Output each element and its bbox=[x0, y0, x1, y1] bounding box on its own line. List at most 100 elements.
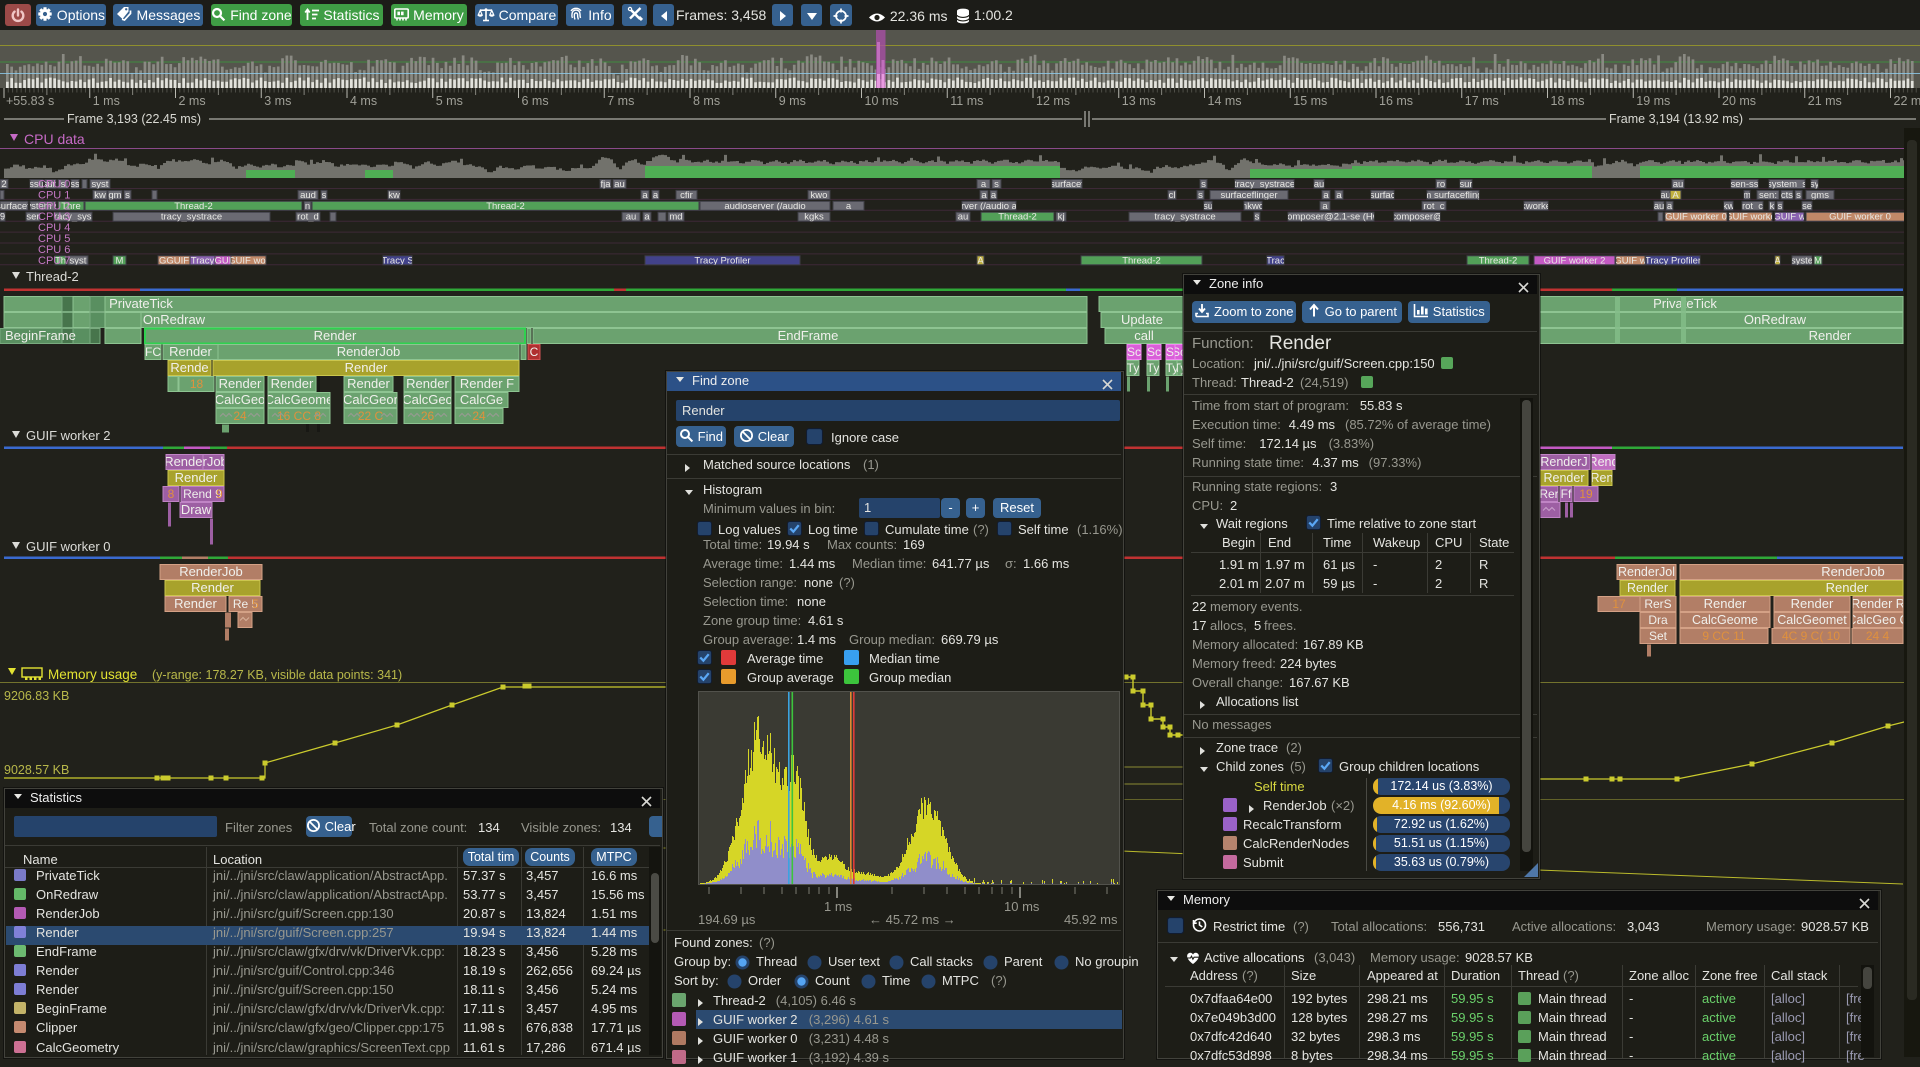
svg-text:7 ms: 7 ms bbox=[607, 94, 634, 108]
svg-text:nkwo: nkwo bbox=[1242, 201, 1264, 212]
svg-text:17 ms: 17 ms bbox=[1465, 94, 1499, 108]
svg-text:composer@2.1-se (Hw: composer@2.1-se (Hw bbox=[1282, 212, 1379, 223]
svg-text:17: 17 bbox=[1612, 597, 1626, 611]
svg-text:Rende: Rende bbox=[170, 360, 208, 375]
svg-text:24: 24 bbox=[233, 409, 247, 423]
svg-text:22 ms: 22 ms bbox=[1894, 94, 1920, 108]
svg-text:surfac: surfac bbox=[1370, 190, 1396, 201]
svg-text:CPU data: CPU data bbox=[24, 131, 85, 147]
svg-text:CalcGe: CalcGe bbox=[460, 392, 503, 407]
svg-text:24 4: 24 4 bbox=[1866, 629, 1890, 643]
svg-text:kgks: kgks bbox=[804, 212, 824, 223]
svg-text:8: 8 bbox=[168, 487, 175, 501]
svg-text:GUIF worker 2: GUIF worker 2 bbox=[1544, 255, 1606, 266]
svg-text:Ty: Ty bbox=[1147, 361, 1160, 375]
svg-text:a: a bbox=[642, 190, 648, 201]
svg-text:gms: gms bbox=[1811, 190, 1829, 201]
svg-text:kworke: kworke bbox=[1521, 201, 1551, 212]
svg-text:1 ms: 1 ms bbox=[93, 94, 120, 108]
svg-text:se: se bbox=[1802, 201, 1812, 212]
svg-text:Thread-2: Thread-2 bbox=[486, 201, 525, 212]
svg-text:4C 9 C( 10: 4C 9 C( 10 bbox=[1782, 629, 1840, 643]
svg-text:5: 5 bbox=[252, 597, 259, 611]
svg-text:11 ms: 11 ms bbox=[950, 94, 983, 108]
svg-text:Render F: Render F bbox=[460, 376, 514, 391]
svg-text:13 ms: 13 ms bbox=[1122, 94, 1156, 108]
svg-text:ro: ro bbox=[1437, 179, 1445, 190]
svg-text:s: s bbox=[125, 190, 130, 201]
svg-text:Render: Render bbox=[174, 596, 217, 611]
svg-text:au: au bbox=[1654, 201, 1665, 212]
svg-text:Ty: Ty bbox=[1166, 361, 1179, 375]
svg-text:CalcGeo: CalcGeo bbox=[215, 392, 266, 407]
svg-text:surfacef: surfacef bbox=[1050, 179, 1084, 190]
svg-text:cts: cts bbox=[1781, 190, 1793, 201]
svg-text:Tracy: Tracy bbox=[191, 255, 215, 266]
svg-text:Thread-2: Thread-2 bbox=[1479, 255, 1518, 266]
svg-text:s: s bbox=[322, 190, 327, 201]
svg-text:BeginFrame: BeginFrame bbox=[5, 328, 76, 343]
svg-text:FC: FC bbox=[145, 345, 161, 359]
svg-text:Render: Render bbox=[175, 470, 218, 485]
svg-text:CPU 7: CPU 7 bbox=[38, 255, 70, 267]
svg-text:8 ms: 8 ms bbox=[693, 94, 720, 108]
svg-text:Render: Render bbox=[1704, 596, 1747, 611]
svg-text:RerS: RerS bbox=[1644, 597, 1671, 611]
svg-text:s: s bbox=[1201, 179, 1206, 190]
svg-text:au: au bbox=[1314, 179, 1325, 190]
svg-text:au: au bbox=[958, 212, 969, 223]
svg-text:9028.57 KB: 9028.57 KB bbox=[4, 763, 69, 777]
svg-text:C: C bbox=[530, 345, 539, 359]
svg-text:audioserver (/audio: audioserver (/audio bbox=[724, 201, 805, 212]
svg-text:Sc: Sc bbox=[1147, 345, 1161, 359]
svg-text:kw: kw bbox=[1723, 201, 1735, 212]
svg-text:a: a bbox=[981, 190, 987, 201]
svg-text:Render: Render bbox=[1809, 328, 1852, 343]
svg-text:kw: kw bbox=[94, 190, 106, 201]
svg-text:GUIF w: GUIF w bbox=[1773, 212, 1805, 223]
svg-text:s: s bbox=[994, 179, 999, 190]
svg-text:s: s bbox=[1796, 190, 1801, 201]
svg-text:GGUIF: GGUIF bbox=[159, 255, 189, 266]
svg-text:A: A bbox=[977, 255, 984, 266]
svg-text:Render: Render bbox=[191, 580, 234, 595]
svg-text:Rer: Rer bbox=[1539, 487, 1558, 501]
svg-text:au: au bbox=[614, 179, 625, 190]
svg-text:3 ms: 3 ms bbox=[264, 94, 291, 108]
svg-text:Frame 3,194 (13.92 ms): Frame 3,194 (13.92 ms) bbox=[1609, 112, 1743, 126]
svg-text:GUIF worker 0: GUIF worker 0 bbox=[26, 539, 111, 554]
svg-text:a: a bbox=[1667, 201, 1673, 212]
svg-text:au: au bbox=[1673, 179, 1684, 190]
svg-text:19 ms: 19 ms bbox=[1636, 94, 1670, 108]
svg-text:Thread-2: Thread-2 bbox=[26, 269, 79, 284]
svg-text:a: a bbox=[653, 190, 659, 201]
svg-text:Draw: Draw bbox=[181, 502, 212, 517]
svg-text:15 ms: 15 ms bbox=[1293, 94, 1327, 108]
svg-text:au: au bbox=[1660, 190, 1671, 201]
svg-text:RenderJob: RenderJob bbox=[337, 344, 401, 359]
svg-text:s: s bbox=[1198, 190, 1203, 201]
svg-text:s: s bbox=[1255, 212, 1260, 223]
svg-text:call: call bbox=[1134, 328, 1154, 343]
svg-text:a: a bbox=[1323, 190, 1329, 201]
svg-text:Rend: Rend bbox=[1589, 455, 1619, 469]
svg-text:su: su bbox=[1203, 201, 1213, 212]
svg-text:sen-ss: sen-ss bbox=[1731, 179, 1759, 190]
svg-text:19: 19 bbox=[1579, 487, 1593, 501]
svg-text:m surfacefling: m surfacefling bbox=[1423, 190, 1482, 201]
svg-text:A: A bbox=[1672, 190, 1679, 201]
svg-text:24: 24 bbox=[472, 409, 486, 423]
svg-text:sen:: sen: bbox=[1759, 190, 1777, 201]
svg-text:(y-range: 178.27 KB, visible d: (y-range: 178.27 KB, visible data points… bbox=[152, 668, 402, 682]
svg-text:Tracy S: Tracy S bbox=[381, 255, 413, 266]
svg-text:syst: syst bbox=[70, 255, 87, 266]
svg-text:k: k bbox=[1770, 201, 1775, 212]
svg-text:Render: Render bbox=[1791, 596, 1834, 611]
svg-text:rot_d: rot_d bbox=[297, 212, 319, 223]
svg-text:9: 9 bbox=[0, 212, 5, 223]
svg-text:12 ms: 12 ms bbox=[1036, 94, 1070, 108]
svg-text:a: a bbox=[991, 190, 997, 201]
svg-text:CalcGeome: CalcGeome bbox=[265, 392, 334, 407]
svg-text:OnRedraw: OnRedraw bbox=[1744, 312, 1807, 327]
svg-text:Render: Render bbox=[345, 360, 388, 375]
